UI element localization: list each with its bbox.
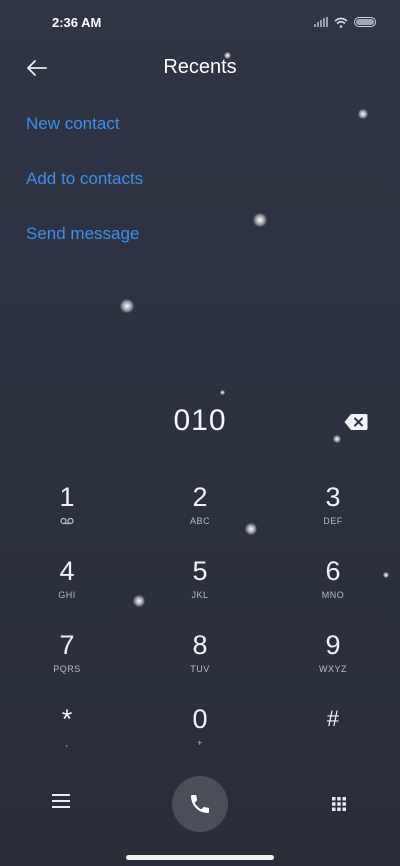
battery-icon [354,17,376,27]
dial-key-6[interactable]: 6 MNO [283,556,383,620]
status-icons [314,17,376,28]
home-indicator[interactable] [126,855,274,860]
key-digit: 7 [59,630,75,660]
key-letters: + [197,738,203,748]
dial-key-hash[interactable]: # [283,704,383,768]
wifi-icon [334,17,348,28]
send-message-link[interactable]: Send message [26,218,143,273]
key-letters: GHI [58,590,76,600]
particle [220,390,225,395]
key-letters: WXYZ [319,664,347,674]
new-contact-link[interactable]: New contact [26,108,143,163]
particle [120,299,134,313]
dial-key-0[interactable]: 0 + [150,704,250,768]
key-digit: 8 [192,630,208,660]
key-digit: 2 [192,482,208,512]
dial-key-9[interactable]: 9 WXYZ [283,630,383,694]
dial-key-8[interactable]: 8 TUV [150,630,250,694]
voicemail-icon [60,517,74,525]
particle [133,595,145,607]
key-letters: ABC [189,516,210,526]
dialpad-grid-icon[interactable] [331,796,347,812]
particle [253,213,267,227]
status-bar: 2:36 AM [0,0,400,44]
particle [358,109,368,119]
key-digit: 6 [325,556,341,586]
key-letters: , [65,738,69,748]
page-title: Recents [163,56,237,78]
key-digit: 5 [192,556,208,586]
signal-icon [314,17,328,27]
key-digit: 4 [59,556,75,586]
add-to-contacts-link[interactable]: Add to contacts [26,163,143,218]
key-digit: 3 [325,482,341,512]
status-time: 2:36 AM [52,14,102,30]
dialed-number: 010 [173,404,227,437]
key-digit: 9 [325,630,341,660]
key-digit: * [61,704,73,734]
key-letters: TUV [190,664,210,674]
key-digit: 0 [192,704,208,734]
dial-key-5[interactable]: 5 JKL [150,556,250,620]
backspace-icon[interactable] [344,413,368,431]
dial-key-star[interactable]: * , [17,704,117,768]
dial-key-1[interactable]: 1 [17,482,117,546]
key-digit: 1 [59,482,75,512]
key-letters: PQRS [53,664,81,674]
dial-key-2[interactable]: 2 ABC [150,482,250,546]
key-letters: JKL [191,590,209,600]
particle [383,572,389,578]
key-letters: DEF [323,516,343,526]
call-button[interactable] [172,776,228,832]
key-digit: # [326,706,340,731]
contact-actions: New contact Add to contacts Send message [26,108,143,273]
top-bar: Recents [0,48,400,88]
hamburger-menu-icon[interactable] [52,794,70,810]
dial-key-4[interactable]: 4 GHI [17,556,117,620]
dial-key-3[interactable]: 3 DEF [283,482,383,546]
dial-key-7[interactable]: 7 PQRS [17,630,117,694]
phone-icon [191,795,209,813]
dialer-bottom-bar [0,776,400,832]
key-letters: MNO [321,590,345,600]
